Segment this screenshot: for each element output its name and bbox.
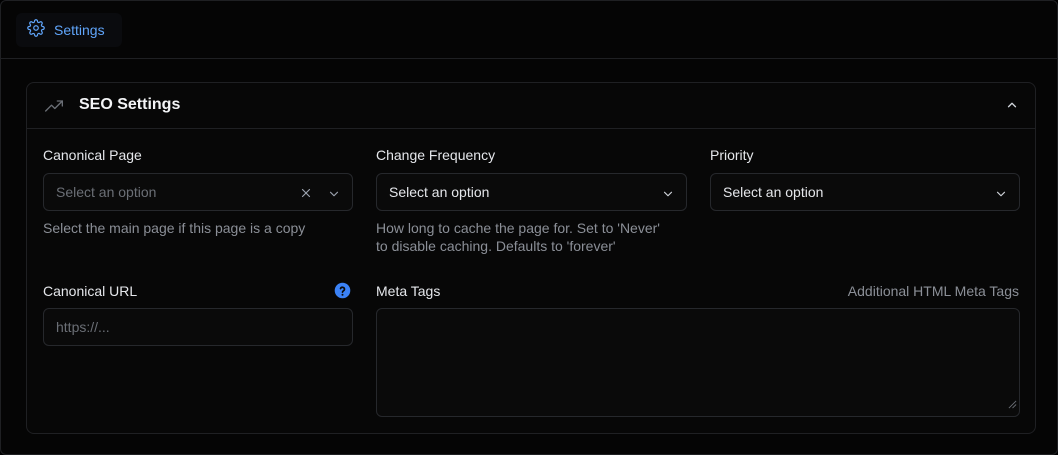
- priority-select[interactable]: Select an option: [710, 173, 1020, 211]
- resize-handle-icon[interactable]: [1008, 396, 1017, 414]
- change-frequency-hint-line1: How long to cache the page for. Set to '…: [376, 220, 660, 236]
- meta-tags-textarea[interactable]: [376, 308, 1020, 417]
- canonical-page-label: Canonical Page: [43, 147, 142, 163]
- section-title: SEO Settings: [79, 96, 181, 113]
- priority-value: Select an option: [723, 184, 824, 200]
- settings-panel: Settings SEO Settings Canonical Page Sel…: [0, 0, 1058, 455]
- canonical-page-hint: Select the main page if this page is a c…: [43, 220, 306, 236]
- meta-tags-label: Meta Tags: [376, 283, 441, 299]
- clear-icon[interactable]: [299, 186, 313, 205]
- change-frequency-select[interactable]: Select an option: [376, 173, 687, 211]
- canonical-url-input[interactable]: [43, 308, 353, 346]
- change-frequency-label: Change Frequency: [376, 147, 496, 163]
- priority-label: Priority: [710, 147, 754, 163]
- section-header[interactable]: SEO Settings: [27, 83, 1035, 129]
- gear-icon: [27, 18, 45, 42]
- chevron-down-icon[interactable]: [994, 187, 1008, 206]
- chevron-down-icon[interactable]: [327, 187, 341, 206]
- trending-up-icon: [43, 96, 65, 121]
- canonical-page-placeholder: Select an option: [56, 184, 157, 200]
- chevron-up-icon[interactable]: [1005, 98, 1019, 117]
- tab-settings-label: Settings: [54, 22, 105, 38]
- change-frequency-hint-line2: to disable caching. Defaults to 'forever…: [376, 238, 616, 254]
- canonical-url-label: Canonical URL: [43, 283, 138, 299]
- seo-settings-section: SEO Settings Canonical Page Select an op…: [26, 82, 1036, 434]
- canonical-page-select[interactable]: Select an option: [43, 173, 353, 211]
- meta-tags-hint: Additional HTML Meta Tags: [847, 283, 1019, 299]
- tab-bar: Settings: [1, 1, 1058, 59]
- chevron-down-icon[interactable]: [661, 187, 675, 206]
- tab-settings[interactable]: Settings: [16, 13, 122, 47]
- change-frequency-value: Select an option: [389, 184, 490, 200]
- help-icon[interactable]: [334, 282, 351, 304]
